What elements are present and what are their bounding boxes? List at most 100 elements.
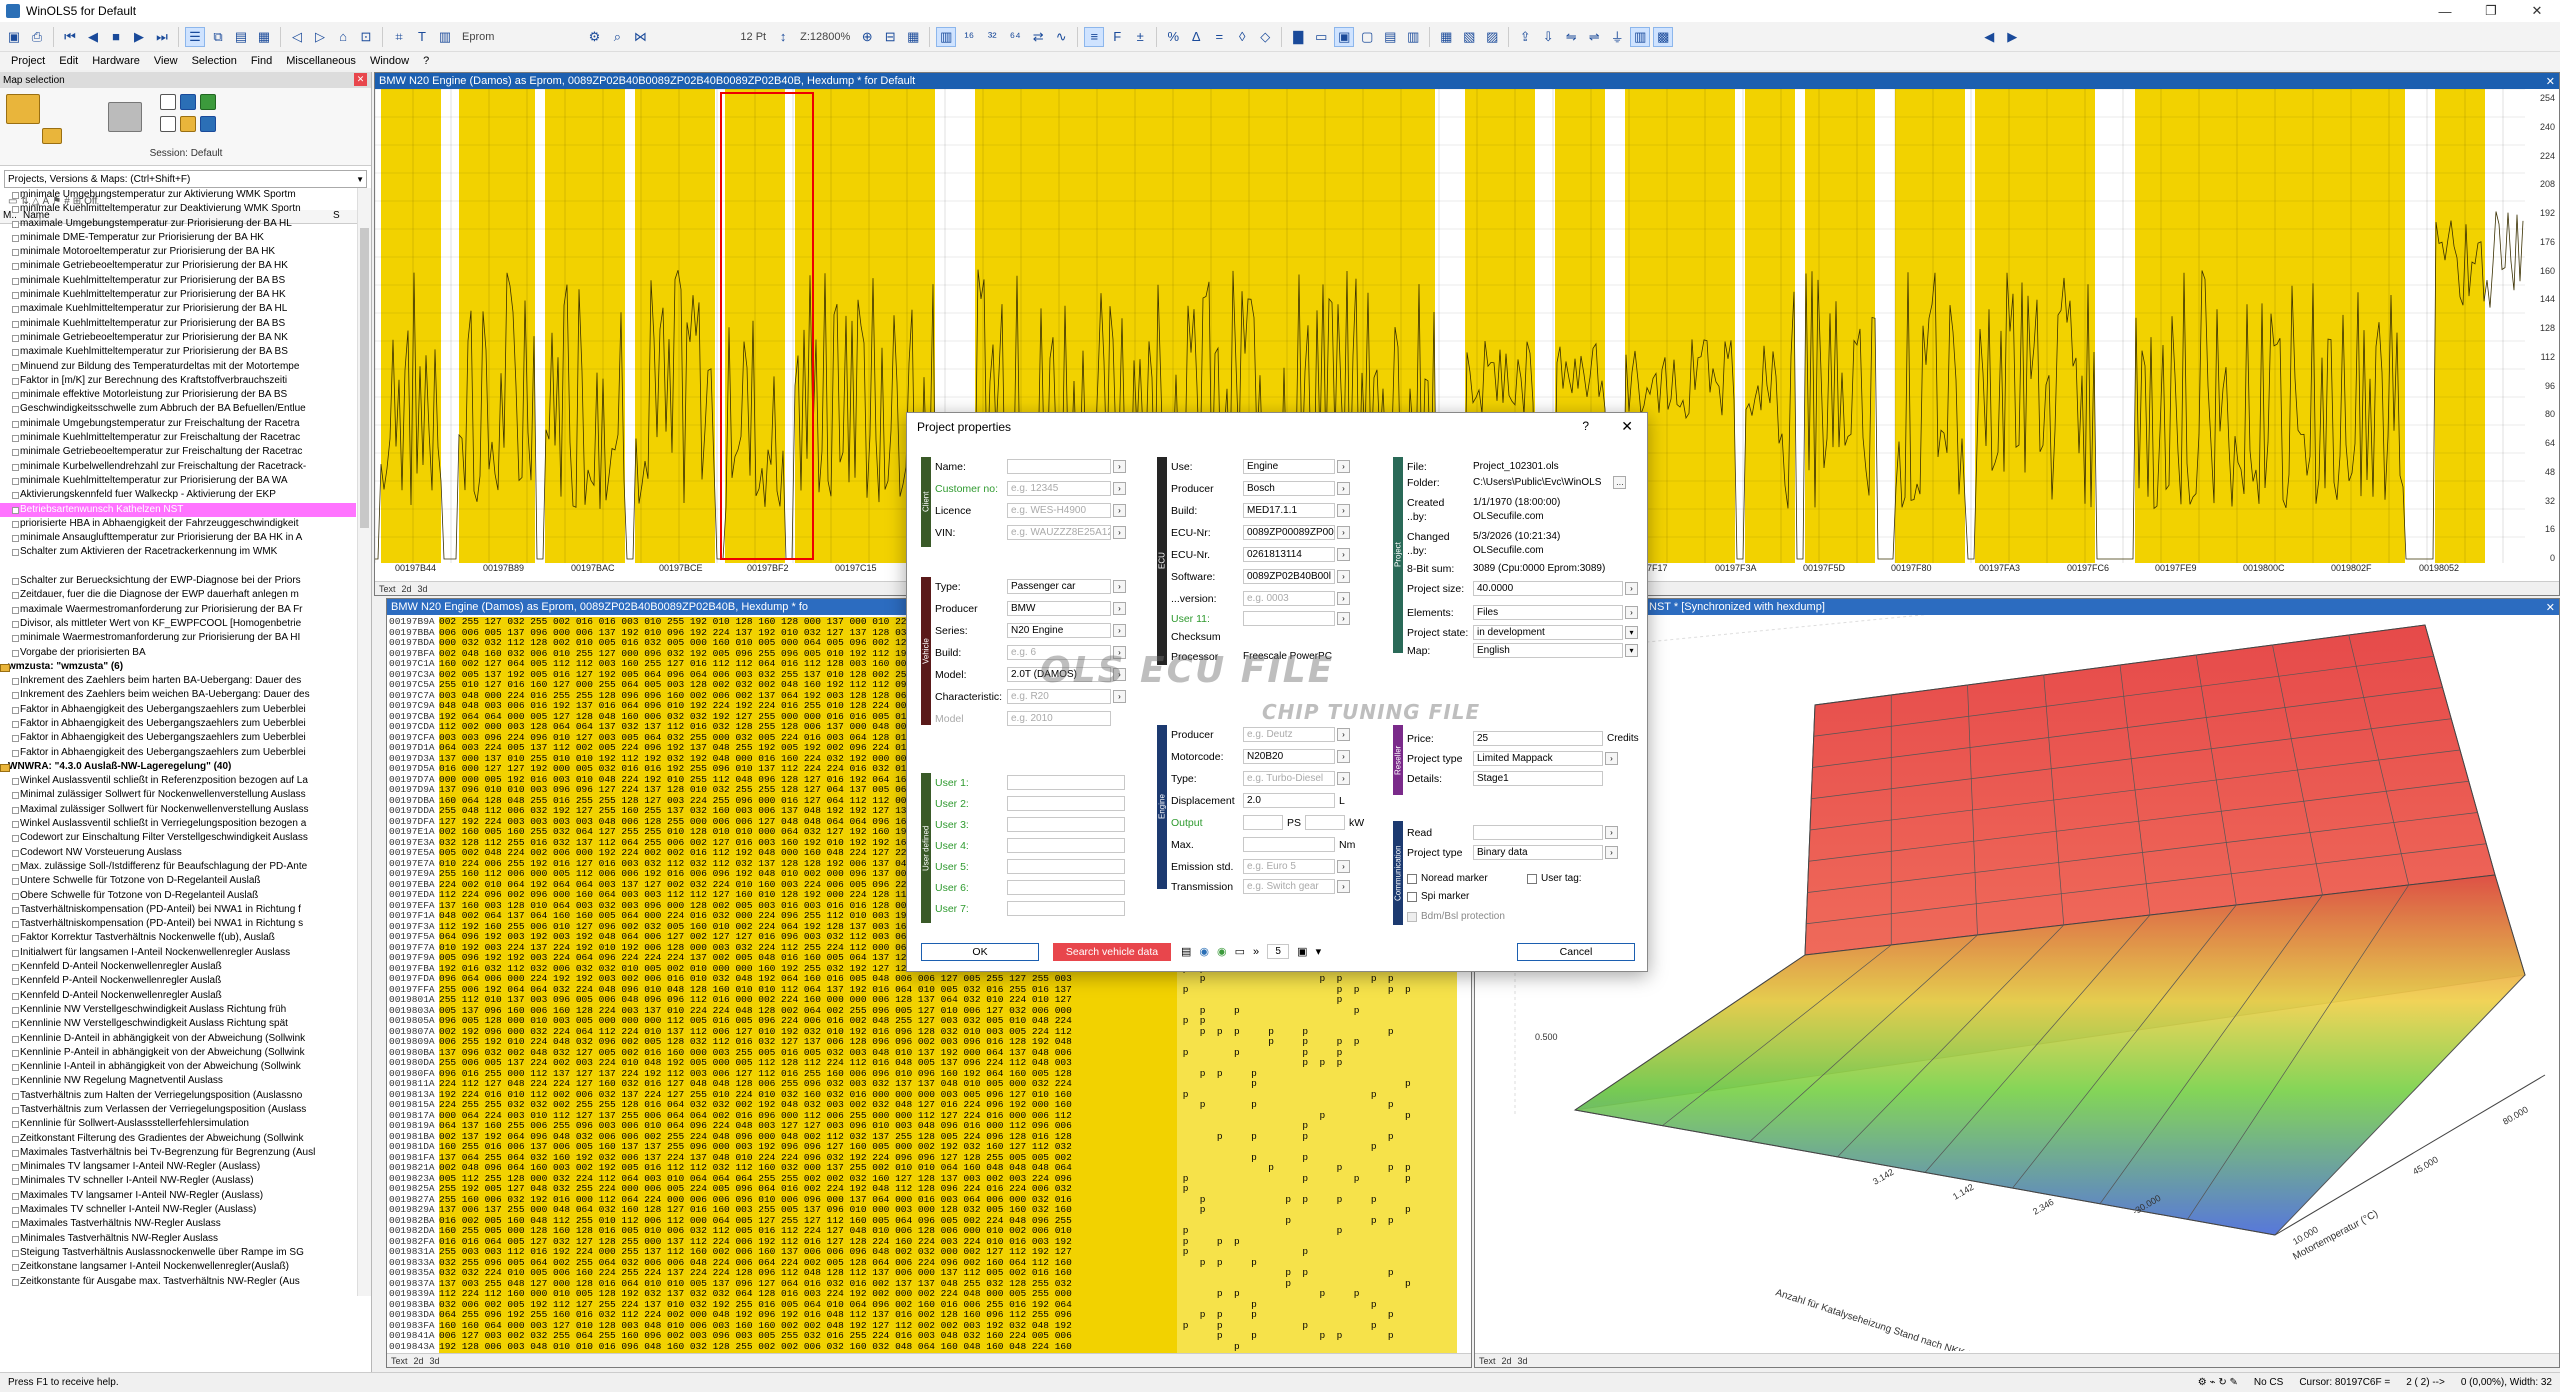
map-list-item[interactable]: Zeitkonstante für Ausgabe max. Tastverhä… (0, 1275, 356, 1289)
help-icon[interactable]: ? (1582, 419, 1589, 433)
map-list-item[interactable]: maximale Umgebungstemperatur zur Prioris… (0, 217, 356, 231)
producer-button[interactable]: › (1113, 602, 1126, 615)
version-input[interactable]: e.g. 0003 (1243, 591, 1335, 606)
map-list-item[interactable]: Faktor in Abhaengigkeit des Uebergangsza… (0, 717, 356, 731)
view2-icon[interactable]: ▢ (1357, 27, 1377, 47)
engine-type-button[interactable]: › (1337, 772, 1350, 785)
max-input[interactable] (1243, 837, 1335, 852)
map-list-item[interactable]: minimale Ansauglufttemperatur zur Priori… (0, 531, 356, 545)
vin-button[interactable]: › (1113, 526, 1126, 539)
series-input[interactable]: N20 Engine (1007, 623, 1111, 638)
map-list-item[interactable]: minimale Umgebungstemperatur zur Aktivie… (0, 188, 356, 202)
engine-producer-input[interactable]: e.g. Deutz (1243, 727, 1335, 742)
map-list-item[interactable]: Tastverhältniskompensation (PD-Anteil) b… (0, 917, 356, 931)
org-icon[interactable]: ◊ (1232, 27, 1252, 47)
tab-text[interactable]: Text (1479, 1356, 1496, 1366)
win1-icon[interactable]: ▦ (1436, 27, 1456, 47)
stop-icon[interactable]: ■ (106, 27, 126, 47)
zoom-icon[interactable]: ⊕ (857, 27, 877, 47)
close-icon[interactable]: ✕ (2546, 601, 2555, 614)
map-list-item[interactable]: Kennfeld D-Anteil Nockenwellenregler Aus… (0, 960, 356, 974)
map-list-item[interactable]: Maximales TV langsamer I-Anteil NW-Regle… (0, 1189, 356, 1203)
sign-icon[interactable]: ± (1130, 27, 1150, 47)
spi-checkbox[interactable] (1407, 891, 1417, 902)
search-icon[interactable]: ⌕ (607, 27, 627, 47)
ecunr-input[interactable]: 0089ZP00089ZP00 (1243, 525, 1335, 540)
map-list-item[interactable]: minimale DME-Temperatur zur Priorisierun… (0, 231, 356, 245)
search-vehicle-data-button[interactable]: Search vehicle data (1053, 943, 1171, 961)
usertag-checkbox[interactable] (1527, 873, 1537, 884)
print-icon[interactable]: ⎙ (27, 27, 47, 47)
folder-button[interactable]: … (1613, 476, 1627, 489)
win2-icon[interactable]: ▧ (1459, 27, 1479, 47)
use-input[interactable]: Engine (1243, 459, 1335, 474)
panel2-icon[interactable]: ▩ (1653, 26, 1674, 47)
grid-icon[interactable]: ▦ (254, 27, 274, 47)
map-list-item[interactable]: maximale Kuehlmitteltemperatur zur Prior… (0, 345, 356, 359)
hex-icon[interactable]: ⌗ (389, 27, 409, 47)
menu-hardware[interactable]: Hardware (85, 55, 147, 67)
ecunr2-button[interactable]: › (1337, 548, 1350, 561)
people-icon[interactable] (200, 116, 216, 132)
back-icon[interactable]: ◁ (287, 27, 307, 47)
nav-fwd-icon[interactable]: ▶ (2002, 27, 2022, 47)
table-icon[interactable]: ▦ (903, 27, 923, 47)
elements-input[interactable]: Files (1473, 605, 1623, 620)
name-input[interactable] (1007, 459, 1111, 474)
lohi-icon[interactable]: ⇄ (1028, 27, 1048, 47)
chevron-down-icon[interactable]: ▾ (1316, 945, 1322, 958)
map-list-item[interactable]: Untere Schwelle für Totzone von D-Regela… (0, 874, 356, 888)
globe-icon[interactable]: ◉ (1199, 945, 1209, 958)
map-list-item[interactable]: Kennfeld P-Anteil Nockenwellenregler Aus… (0, 974, 356, 988)
filter-icon[interactable]: ⋈ (630, 27, 650, 47)
globe-icon[interactable] (200, 94, 216, 110)
cols-icon[interactable]: ▥ (936, 26, 957, 47)
map-list-item[interactable]: Minimales Tastverhältnis NW-Regler Ausla… (0, 1232, 356, 1246)
map-list-item[interactable]: Kennfeld D-Anteil Nockenwellenregler Aus… (0, 989, 356, 1003)
user-field-input[interactable] (1007, 880, 1125, 895)
engine-producer-button[interactable]: › (1337, 728, 1350, 741)
version-button[interactable]: › (1337, 592, 1350, 605)
view3-icon[interactable]: ▤ (1380, 27, 1400, 47)
ruler-icon[interactable]: ⊟ (880, 27, 900, 47)
forward-icon[interactable]: » (1253, 946, 1259, 958)
close-icon[interactable]: ✕ (2514, 0, 2560, 22)
map-list-item[interactable]: Divisor, als mittleter Wert von KF_EWPFC… (0, 617, 356, 631)
series-button[interactable]: › (1113, 624, 1126, 637)
key-icon[interactable] (180, 116, 196, 132)
software-input[interactable]: 0089ZP02B40B00l (1243, 569, 1335, 584)
motorcode-button[interactable]: › (1337, 750, 1350, 763)
plug-icon[interactable]: ⏚ (1607, 27, 1627, 47)
characteristic-button[interactable]: › (1113, 690, 1126, 703)
user-field-input[interactable] (1007, 838, 1125, 853)
tab-2d[interactable]: 2d (414, 1356, 424, 1366)
map-list-item[interactable]: Winkel Auslassventil schließt in Verrieg… (0, 817, 356, 831)
map-list-item[interactable]: minimale Umgebungstemperatur zur Freisch… (0, 417, 356, 431)
user11-input[interactable] (1243, 611, 1335, 626)
map-list-item[interactable]: Codewort NW Vorsteuerung Auslass (0, 846, 356, 860)
reseller-project-type-button[interactable]: › (1605, 752, 1618, 765)
map-list-item[interactable]: minimale effektive Motorleistung zur Pri… (0, 388, 356, 402)
sizer-icon[interactable]: ↕ (773, 27, 793, 47)
map-list-item[interactable]: priorisierte HBA in Abhaengigkeit der Fa… (0, 517, 356, 531)
map-list-item[interactable]: Schalter zur Beruecksichtung der EWP-Dia… (0, 574, 356, 588)
list-icon[interactable]: ☰ (185, 26, 205, 47)
mark-icon[interactable]: ▭ (1311, 27, 1331, 47)
map-list-item[interactable] (0, 560, 356, 574)
map-list-item[interactable]: Inkrement des Zaehlers beim harten BA-Ue… (0, 674, 356, 688)
map-list-item[interactable]: Minuend zur Bildung des Temperaturdeltas… (0, 360, 356, 374)
user-field-input[interactable] (1007, 901, 1125, 916)
comm-project-type-input[interactable]: Binary data (1473, 845, 1603, 860)
network-icon[interactable] (180, 94, 196, 110)
ecu-producer-input[interactable]: Bosch (1243, 481, 1335, 496)
use-button[interactable]: › (1337, 460, 1350, 473)
user-field-input[interactable] (1007, 796, 1125, 811)
engine-type-input[interactable]: e.g. Turbo-Diesel (1243, 771, 1335, 786)
displacement-input[interactable]: 2.0 (1243, 793, 1335, 808)
licence-input[interactable]: e.g. WES-H4900 (1007, 503, 1111, 518)
close-panel-icon[interactable]: ✕ (354, 73, 367, 86)
user-field-input[interactable] (1007, 859, 1125, 874)
map-list-item[interactable]: minimale Motoroeltemperatur zur Priorisi… (0, 245, 356, 259)
licence-button[interactable]: › (1113, 504, 1126, 517)
emission-input[interactable]: e.g. Euro 5 (1243, 859, 1335, 874)
